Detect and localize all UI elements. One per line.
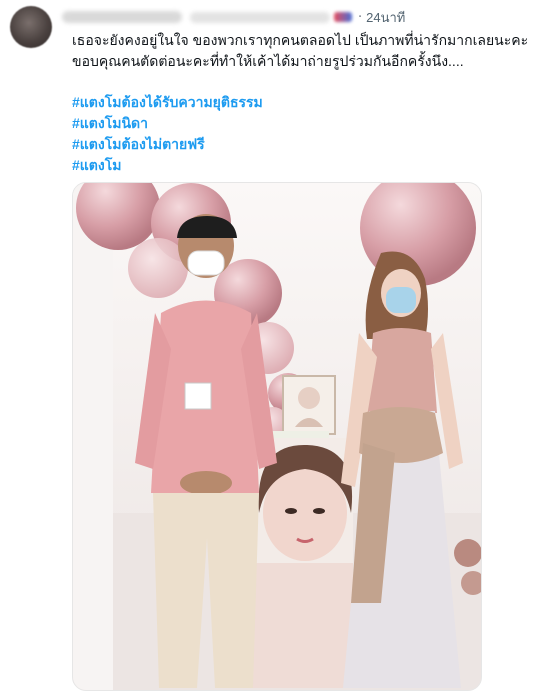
tweet-text-line: ขอบคุณคนตัดต่อนะคะที่ทำให้เค้าได้มาถ่ายร… [72, 53, 464, 69]
photo-illustration [73, 183, 481, 690]
author-handle-blurred[interactable] [190, 11, 330, 23]
avatar[interactable] [10, 6, 52, 48]
tweet-text-line: เธอจะยังคงอยู่ในใจ ของพวกเราทุกคนตลอดไป … [72, 32, 529, 48]
hashtag-link[interactable]: #แตงโมต้องได้รับความยุติธรรม [72, 92, 532, 113]
tweet-header: · 24นาที [62, 7, 405, 27]
tweet[interactable]: · 24นาที เธอจะยังคงอยู่ในใจ ของพวกเราทุก… [0, 0, 543, 691]
tweet-photo[interactable] [72, 182, 482, 691]
separator-dot: · [358, 9, 363, 25]
hashtag-list: #แตงโมต้องได้รับความยุติธรรม #แตงโมนิดา … [72, 92, 532, 176]
timestamp[interactable]: 24นาที [366, 7, 405, 28]
hashtag-link[interactable]: #แตงโม [72, 155, 532, 176]
flag-emoji-icon [334, 12, 352, 22]
balloon [454, 539, 481, 567]
hashtag-link[interactable]: #แตงโมนิดา [72, 113, 532, 134]
hashtag-link[interactable]: #แตงโมต้องไม่ตายฟรี [72, 134, 532, 155]
author-name-blurred[interactable] [62, 11, 182, 23]
tweet-text: เธอจะยังคงอยู่ในใจ ของพวกเราทุกคนตลอดไป … [72, 30, 532, 176]
